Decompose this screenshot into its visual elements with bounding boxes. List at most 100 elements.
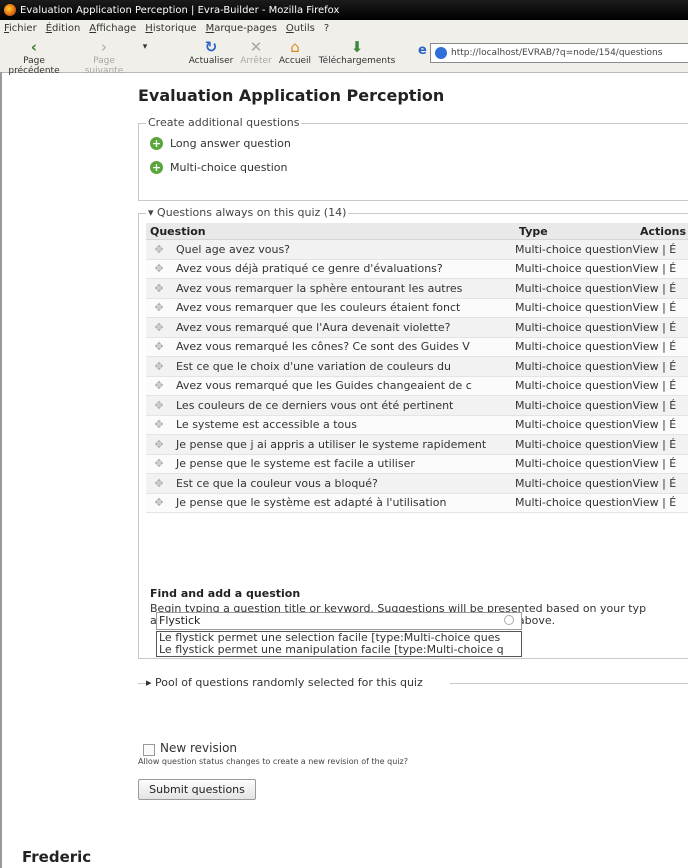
suggestion-item[interactable]: Le flystick permet une selection facile … [157,632,521,644]
drag-handle-icon[interactable]: ✥ [146,454,172,474]
question-title: Je pense que le système est adapté à l'u… [172,493,515,513]
question-title: Quel age avez vous? [172,239,515,260]
table-row: ✥ Avez vous déjà pratiqué ce genre d'éval… [146,259,688,279]
question-actions[interactable]: View | É [632,356,688,377]
question-type: Multi-choice question [515,395,633,416]
question-title: Avez vous déjà pratiqué ce genre d'évalu… [172,259,515,279]
drag-handle-icon[interactable]: ✥ [146,317,172,338]
find-question-input[interactable]: Flystick [156,612,522,630]
question-title: Avez vous remarqué que les Guides change… [172,376,515,396]
question-title: Le systeme est accessible a tous [172,415,515,435]
question-title: Est ce que la couleur vous a bloqué? [172,473,515,494]
drag-handle-icon[interactable]: ✥ [146,395,172,416]
suggestion-item[interactable]: Le flystick permet une manipulation faci… [157,644,521,656]
question-actions[interactable]: View | É [632,434,688,455]
window-title: Evaluation Application Perception | Evra… [20,4,340,16]
table-row: ✥ Avez vous remarqué que les Guides chang… [146,376,688,396]
menu-affichage[interactable]: Affichage [89,23,136,34]
drag-handle-icon[interactable]: ✥ [146,337,172,357]
home-button[interactable]: ⌂ Accueil [276,38,314,66]
table-row: ✥ Avez vous remarqué les cônes? Ce sont d… [146,337,688,357]
create-questions-legend: Create additional questions [146,116,302,129]
window-title-bar: Evaluation Application Perception | Evra… [0,0,688,20]
add-long-answer-link[interactable]: + Long answer question [150,137,291,150]
question-actions[interactable]: View | É [632,239,688,260]
drag-handle-icon[interactable]: ✥ [146,239,172,260]
submit-questions-button[interactable]: Submit questions [138,779,256,800]
drag-handle-icon[interactable]: ✥ [146,278,172,299]
table-row: ✥ Le systeme est accessible a tous Multi-c… [146,415,688,435]
table-row: ✥ Les couleurs de ce derniers vous ont ét… [146,395,688,416]
question-actions[interactable]: View | É [632,395,688,416]
drag-handle-icon[interactable]: ✥ [146,415,172,435]
drag-handle-icon[interactable]: ✥ [146,493,172,513]
questions-legend[interactable]: ▾ Questions always on this quiz (14) [146,206,349,219]
drag-handle-icon[interactable]: ✥ [146,356,172,377]
question-type: Multi-choice question [515,356,633,377]
history-dropdown-icon[interactable]: ▾ [140,38,150,56]
pool-legend[interactable]: ▸ Pool of questions randomly selected fo… [146,676,423,689]
question-actions[interactable]: View | É [632,454,688,474]
table-row: ✥ Je pense que j ai appris a utiliser le … [146,434,688,455]
drag-handle-icon[interactable]: ✥ [146,473,172,494]
question-title: Je pense que le systeme est facile a uti… [172,454,515,474]
collapse-triangle-icon: ▾ [148,206,154,219]
drag-handle-icon[interactable]: ✥ [146,259,172,279]
table-row: ✥ Avez vous remarquer que les couleurs ét… [146,298,688,318]
menu-outils[interactable]: Outils [286,23,315,34]
sidebar-edge [0,72,2,868]
question-actions[interactable]: View | É [632,376,688,396]
new-revision-help: Allow question status changes to create … [138,757,408,766]
drag-handle-icon[interactable]: ✥ [146,434,172,455]
header-actions: Actions [632,223,688,240]
nav-toolbar: ‹ Page précédente › Page suivante ▾ ↻ Ac… [0,36,688,76]
back-arrow-icon: ‹ [30,38,38,56]
question-actions[interactable]: View | É [632,298,688,318]
menu-marque-pages[interactable]: Marque-pages [206,23,277,34]
question-type: Multi-choice question [515,298,633,318]
forward-arrow-icon: › [101,38,107,56]
menu-bar: Fichier Édition Affichage Historique Mar… [0,20,688,36]
question-actions[interactable]: View | É [632,259,688,279]
reload-button[interactable]: ↻ Actualiser [188,38,234,66]
question-title: Je pense que j ai appris a utiliser le s… [172,434,515,455]
question-actions[interactable]: View | É [632,493,688,513]
question-actions[interactable]: View | É [632,317,688,338]
back-button[interactable]: ‹ Page précédente [2,38,66,76]
question-type: Multi-choice question [515,493,633,513]
menu-aide[interactable]: ? [324,23,329,34]
reload-icon: ↻ [204,38,218,56]
question-type: Multi-choice question [515,376,633,396]
question-actions[interactable]: View | É [632,473,688,494]
table-row: ✥ Je pense que le système est adapté à l'… [146,493,688,513]
questions-table: Question Type Actions ✥ Quel age avez vou… [146,223,688,513]
menu-edition[interactable]: Édition [46,23,81,34]
question-type: Multi-choice question [515,415,633,435]
table-row: ✥ Quel age avez vous? Multi-choice questio… [146,239,688,260]
url-bar[interactable]: http://localhost/EVRAB/?q=node/154/quest… [430,43,688,63]
footer-author: Frederic [22,848,92,866]
autocomplete-suggestions: Le flystick permet une selection facile … [156,631,522,657]
new-revision-label: New revision [160,741,238,755]
stop-button[interactable]: ✕ Arrêter [238,38,274,66]
question-actions[interactable]: View | É [632,415,688,435]
menu-fichier[interactable]: Fichier [4,23,37,34]
downloads-icon: ⬇ [350,38,364,56]
forward-button[interactable]: › Page suivante [76,38,132,76]
drag-handle-icon[interactable]: ✥ [146,376,172,396]
pool-divider [450,683,688,684]
menu-historique[interactable]: Historique [145,23,196,34]
downloads-button[interactable]: ⬇ Téléchargements [316,38,398,66]
question-title: Est ce que le choix d'une variation de c… [172,356,515,377]
add-multi-choice-link[interactable]: + Multi-choice question [150,161,288,174]
new-revision-checkbox[interactable] [143,744,155,756]
autocomplete-throbber-icon [504,615,514,625]
question-actions[interactable]: View | É [632,278,688,299]
table-row: ✥ Avez vous remarqué que l'Aura devenait … [146,317,688,338]
find-question-title: Find and add a question [150,587,301,600]
question-type: Multi-choice question [515,337,633,357]
header-type: Type [515,223,633,240]
question-actions[interactable]: View | É [632,337,688,357]
firefox-icon [4,4,16,16]
drag-handle-icon[interactable]: ✥ [146,298,172,318]
